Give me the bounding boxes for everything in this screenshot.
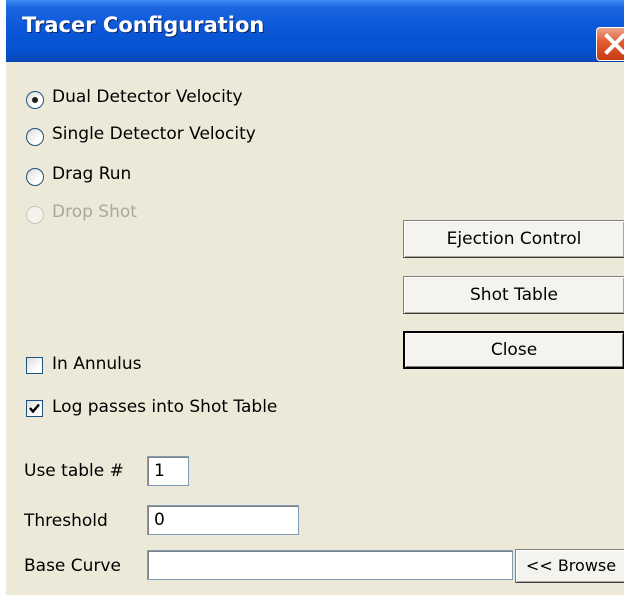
checkbox-box[interactable] [26,400,43,417]
base-curve-input[interactable] [147,550,513,580]
radio-dot [32,97,38,103]
threshold-input[interactable] [147,505,299,535]
radio-circle[interactable] [26,128,44,146]
radio-label: Single Detector Velocity [52,124,256,144]
shot-table-button[interactable]: Shot Table [403,276,624,314]
use-table-input[interactable] [147,456,189,486]
checkmark-icon [29,403,40,414]
radio-label: Dual Detector Velocity [52,87,243,107]
title-bar[interactable]: Tracer Configuration [6,0,624,62]
close-window-button[interactable] [596,27,624,61]
radio-circle [26,206,44,224]
checkbox-label: In Annulus [52,354,142,374]
radio-label: Drop Shot [52,202,137,222]
window-title: Tracer Configuration [22,13,265,37]
checkbox-box[interactable] [26,357,43,374]
radio-circle[interactable] [26,91,44,109]
use-table-label: Use table # [24,461,124,481]
ejection-control-button[interactable]: Ejection Control [403,220,624,258]
close-icon [604,33,624,55]
base-curve-label: Base Curve [24,556,121,576]
checkbox-label: Log passes into Shot Table [52,397,278,417]
radio-circle[interactable] [26,168,44,186]
browse-button[interactable]: << Browse [515,549,624,583]
radio-label: Drag Run [52,164,132,184]
threshold-label: Threshold [24,511,108,531]
tracer-configuration-dialog: Tracer Configuration Dual Detector Veloc… [6,0,624,595]
close-button[interactable]: Close [403,331,624,369]
